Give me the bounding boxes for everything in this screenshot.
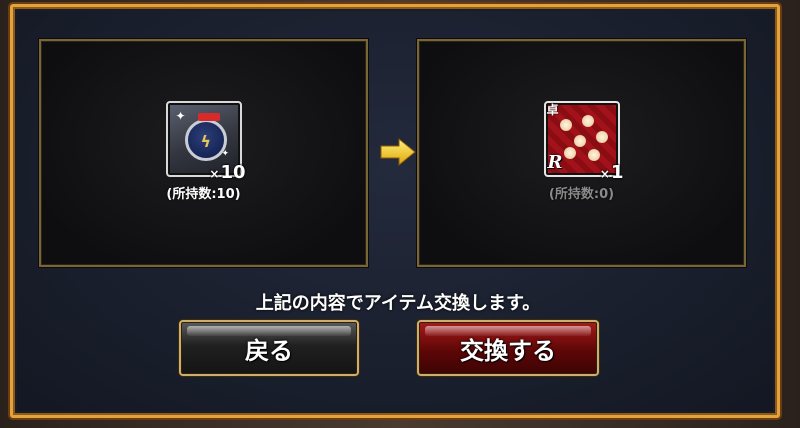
- bolt-icon: ϟ: [200, 132, 212, 151]
- exchange-button[interactable]: 交換する: [417, 320, 599, 376]
- source-item-panel: ✦ ✦ ϟ ×10 (所持数:10): [39, 39, 368, 267]
- quantity-value: 10: [220, 162, 246, 183]
- crown-icon: [197, 113, 220, 121]
- target-quantity: ×1: [600, 162, 624, 183]
- target-item-card: 卓 R ×1: [543, 101, 624, 183]
- quantity-value: 1: [610, 162, 624, 183]
- quantity-prefix: ×: [599, 167, 610, 181]
- sparkle-icon: ✦: [175, 109, 186, 123]
- medal-emblem: ϟ: [184, 113, 227, 161]
- target-item-panel: 卓 R ×1 (所持数:0): [417, 39, 746, 267]
- back-button-label: 戻る: [245, 336, 293, 365]
- confirmation-message: 上記の内容でアイテム交換します。: [255, 293, 541, 314]
- source-item-card: ✦ ✦ ϟ ×10: [165, 101, 246, 183]
- back-button[interactable]: 戻る: [179, 320, 359, 376]
- target-owned-count: (所持数:0): [548, 187, 615, 202]
- exchange-button-label: 交換する: [460, 336, 556, 365]
- arrow-right-icon: [380, 137, 416, 167]
- rarity-badge: R: [547, 152, 563, 173]
- source-owned-count: (所持数:10): [166, 187, 241, 202]
- exchange-dialog: ✦ ✦ ϟ ×10 (所持数:10) 卓 R ×1 (所持数:0) 上記の内容で…: [10, 4, 780, 418]
- quantity-prefix: ×: [209, 167, 220, 181]
- source-quantity: ×10: [209, 162, 245, 183]
- category-badge: 卓: [546, 103, 559, 117]
